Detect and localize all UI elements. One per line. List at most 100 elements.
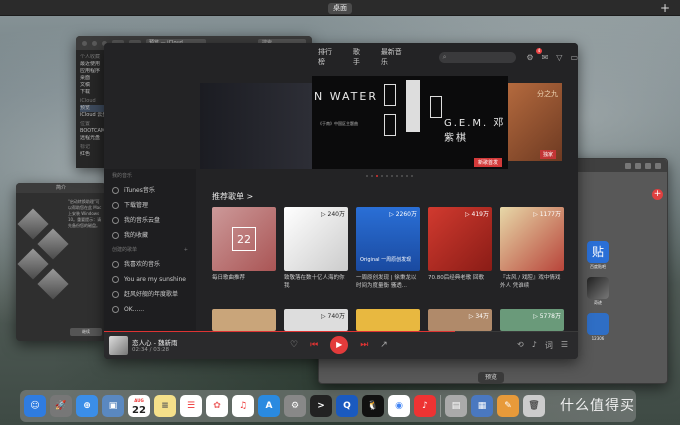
pages-icon[interactable]: ✎ bbox=[497, 395, 519, 417]
banner-frame bbox=[384, 84, 396, 106]
trash-icon[interactable]: 🗑 bbox=[523, 395, 545, 417]
now-playing-cover[interactable] bbox=[109, 336, 128, 355]
skin-icon[interactable]: ▽ bbox=[556, 53, 562, 62]
playlist-cover: ▷ 419万 bbox=[428, 207, 492, 271]
bootcamp-continue-button[interactable]: 继续 bbox=[70, 328, 102, 336]
train-app-icon[interactable] bbox=[587, 313, 609, 335]
toolbar-icon[interactable] bbox=[625, 162, 631, 169]
banner-right[interactable]: 分之九 独家 bbox=[508, 83, 562, 161]
play-count: ▷ 2260万 bbox=[389, 211, 417, 218]
volume-icon[interactable]: ♪ bbox=[532, 340, 537, 351]
banner-tag: 独家 bbox=[539, 150, 556, 159]
banner-pager[interactable] bbox=[366, 175, 413, 177]
sidebar-header: 我的音乐 bbox=[112, 173, 133, 179]
playlist-icon[interactable]: ☰ bbox=[561, 340, 568, 351]
playlist-card[interactable]: ▷ 240万 致敬落在数十亿人海的你我 bbox=[284, 207, 348, 290]
playlist-name: 每日歌曲推荐 bbox=[212, 275, 246, 281]
next-icon[interactable]: ⏭ bbox=[360, 340, 368, 350]
previous-icon[interactable]: ⏮ bbox=[310, 340, 318, 350]
netease-music-icon[interactable]: ♪ bbox=[414, 395, 436, 417]
nav-tab[interactable]: 歌手 bbox=[353, 47, 367, 67]
playlist-card[interactable]: ▷ 34万 bbox=[428, 309, 492, 331]
music-app-icon[interactable]: ♫ bbox=[232, 395, 254, 417]
sidebar-item-playlist[interactable]: OK...... bbox=[104, 302, 196, 317]
banner-main[interactable]: N WATER G.E.M. 邓紫棋 《于南》中国区主题曲 新歌首发 bbox=[312, 76, 508, 169]
add-button[interactable]: + bbox=[652, 189, 663, 200]
search-input[interactable]: ⌕ bbox=[438, 51, 517, 63]
banner-text: N WATER bbox=[314, 90, 378, 103]
bootcamp-logo-icon bbox=[37, 268, 69, 300]
terminal-icon[interactable]: > bbox=[310, 395, 332, 417]
sidebar-item-playlist[interactable]: You are my sunshine bbox=[104, 272, 196, 287]
sidebar-item-liked[interactable]: 我喜欢的音乐 bbox=[104, 257, 196, 272]
close-icon[interactable] bbox=[82, 40, 87, 46]
play-button[interactable]: ▶ bbox=[330, 336, 349, 354]
calendar-icon[interactable]: AUG 22 bbox=[128, 395, 150, 417]
playlist-card[interactable]: ▷ 419万 70.80后经典老歌 回歌 bbox=[428, 207, 492, 290]
playlist-cover: ▷ 240万 bbox=[284, 207, 348, 271]
chrome-icon[interactable]: ◉ bbox=[388, 395, 410, 417]
preview-label: 预览 bbox=[478, 372, 504, 383]
mini-mode-icon[interactable]: ▭ bbox=[570, 53, 578, 62]
loop-icon[interactable]: ⟲ bbox=[517, 340, 524, 351]
sidebar-header: 创建的歌单 + bbox=[104, 243, 196, 257]
playlist-card[interactable]: ▷ 740万 bbox=[284, 309, 348, 331]
bootcamp-description: "启动转换助理"可以帮助您在此 Mac 上安装 Windows 10。重要提示：… bbox=[68, 199, 102, 228]
photos-icon[interactable]: ✿ bbox=[206, 395, 228, 417]
preview-icon[interactable]: ▣ bbox=[102, 395, 124, 417]
playlist-card[interactable]: ▷ 5778万 bbox=[500, 309, 564, 331]
player-bar: 恋人心 - 魏新雨 02:34 / 03:28 ♡ ⏮ ▶ ⏭ ↗ ⟲ ♪ 词 … bbox=[104, 332, 578, 359]
sidebar-item-downloads[interactable]: 下载管理 bbox=[104, 198, 196, 213]
lyrics-icon[interactable]: 词 bbox=[545, 340, 553, 351]
mail-icon[interactable]: ✉ bbox=[542, 53, 549, 62]
playlist-card[interactable]: 22 每日歌曲推荐 bbox=[212, 207, 276, 290]
add-desktop-button[interactable]: + bbox=[660, 1, 670, 15]
settings-icon[interactable]: ⚙ bbox=[526, 53, 533, 62]
sidebar-item-cloud[interactable]: 我的音乐云盘 bbox=[104, 213, 196, 228]
add-playlist-icon[interactable]: + bbox=[184, 243, 188, 257]
tieba-app-icon[interactable]: 贴 bbox=[587, 241, 609, 263]
toolbar-icon[interactable] bbox=[645, 162, 651, 169]
app-store-icon[interactable]: A bbox=[258, 395, 280, 417]
sidebar-item-itunes[interactable]: iTunes音乐 bbox=[104, 183, 196, 198]
playlist-icon bbox=[112, 306, 119, 313]
nav-tab[interactable]: 最新音乐 bbox=[381, 47, 409, 67]
toolbar-icon[interactable] bbox=[655, 162, 661, 169]
share-icon[interactable]: ↗ bbox=[380, 340, 388, 350]
minimize-icon[interactable] bbox=[92, 40, 97, 46]
bootcamp-window[interactable]: 简介 "启动转换助理"可以帮助您在此 Mac 上安装 Windows 10。重要… bbox=[16, 183, 106, 341]
nav-tab[interactable]: 排行榜 bbox=[318, 47, 339, 67]
launchpad-icon[interactable]: 🚀 bbox=[50, 395, 72, 417]
sidebar-item-collection[interactable]: 我的收藏 bbox=[104, 228, 196, 243]
banner-figure bbox=[406, 80, 420, 132]
bootcamp-logo-icon bbox=[17, 208, 49, 240]
playlist-card[interactable] bbox=[356, 309, 420, 331]
heart-icon[interactable]: ♡ bbox=[290, 340, 298, 350]
sidebar-item-playlist[interactable]: 赶风好舰的年度歌单 bbox=[104, 287, 196, 302]
playlist-card[interactable]: ▷ 2260万 Original 一周原创发现 一周原创发现 | 徐秉龙以时间为度… bbox=[356, 207, 420, 290]
reminders-icon[interactable]: ☰ bbox=[180, 395, 202, 417]
system-preferences-icon[interactable]: ⚙ bbox=[284, 395, 306, 417]
play-count: ▷ 419万 bbox=[465, 211, 489, 218]
safari-icon[interactable]: ⊕ bbox=[76, 395, 98, 417]
qq-icon[interactable]: 🐧 bbox=[362, 395, 384, 417]
playlist-cover: ▷ 2260万 Original 一周原创发现 bbox=[356, 207, 420, 271]
toolbar-icon[interactable] bbox=[635, 162, 641, 169]
playlist-card[interactable]: ▷ 1177万 『古风 / 戏腔』戏中情戏外人 凭谁续 bbox=[500, 207, 564, 290]
quicktime-icon[interactable]: Q bbox=[336, 395, 358, 417]
finder-icon[interactable]: ☺ bbox=[24, 395, 46, 417]
playlist-cover: ▷ 1177万 bbox=[500, 207, 564, 271]
disk-icon[interactable]: ▤ bbox=[445, 395, 467, 417]
game-app-icon[interactable] bbox=[587, 277, 609, 299]
netease-music-window[interactable]: 排行榜 歌手 最新音乐 ⌕ ⚙ ✉ ▽ ▭ 4 N WATER G.E.M. 邓… bbox=[104, 43, 578, 359]
music-header: 排行榜 歌手 最新音乐 ⌕ ⚙ ✉ ▽ ▭ 4 bbox=[104, 43, 578, 71]
playlist-card[interactable] bbox=[212, 309, 276, 331]
preview-doc-icon[interactable]: ▦ bbox=[471, 395, 493, 417]
playlist-name: 『古风 / 戏腔』戏中情戏外人 凭谁续 bbox=[500, 275, 561, 289]
desktop-tab[interactable]: 桌面 bbox=[328, 3, 352, 14]
section-title[interactable]: 推荐歌单 > bbox=[212, 191, 253, 202]
playlist-icon bbox=[112, 291, 119, 298]
notes-icon[interactable]: ≡ bbox=[154, 395, 176, 417]
banner-left[interactable] bbox=[200, 83, 312, 169]
now-playing-title: 恋人心 - 魏新雨 bbox=[132, 339, 178, 347]
